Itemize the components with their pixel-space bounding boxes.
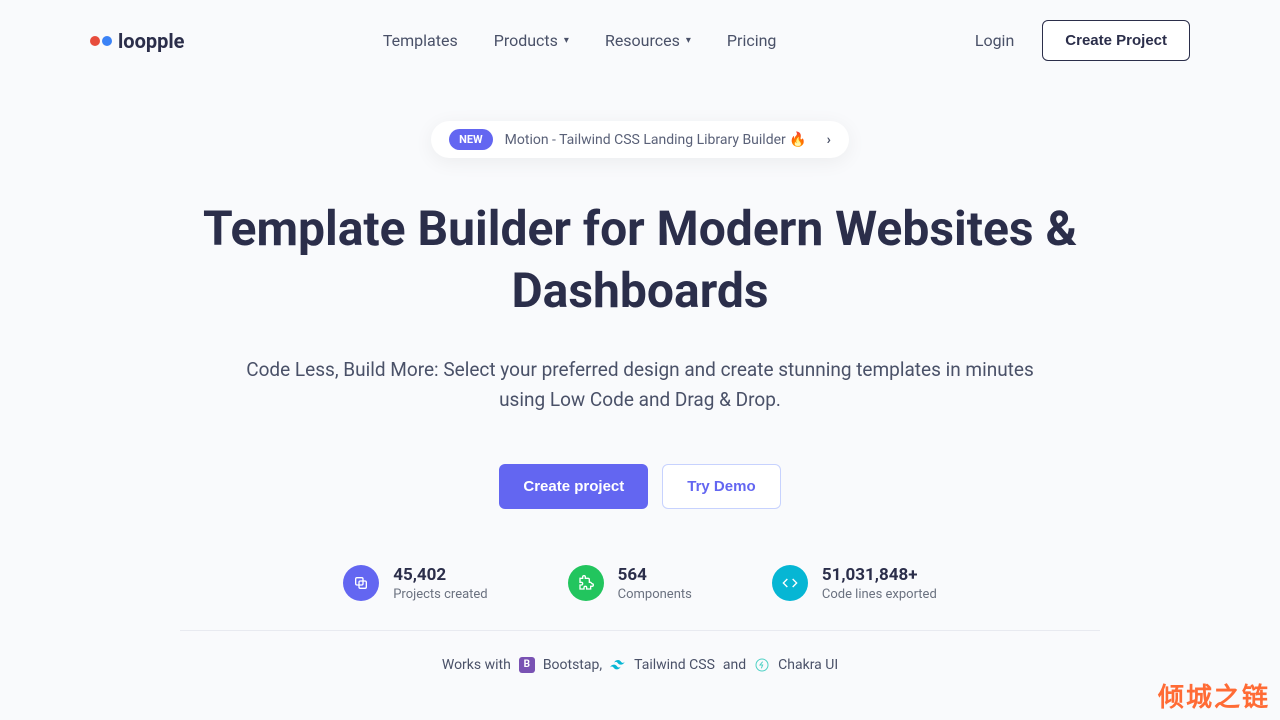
chakra-icon (754, 657, 770, 673)
logo-dots-icon (90, 36, 112, 46)
announcement-text: Motion - Tailwind CSS Landing Library Bu… (505, 132, 807, 148)
nav-templates[interactable]: Templates (383, 31, 458, 50)
bootstrap-icon: B (519, 657, 535, 673)
stats-row: 45,402 Projects created 564 Components 5… (180, 565, 1100, 631)
brand-text: loopple (118, 29, 184, 53)
works-item: Chakra UI (778, 657, 838, 673)
stat-label: Code lines exported (822, 587, 937, 602)
try-demo-button[interactable]: Try Demo (662, 464, 780, 509)
watermark: 倾城之链 (1158, 677, 1270, 714)
stat-label: Projects created (393, 587, 487, 602)
page-subtitle: Code Less, Build More: Select your prefe… (240, 355, 1040, 416)
nav-products[interactable]: Products▾ (494, 31, 569, 50)
announcement-pill[interactable]: NEW Motion - Tailwind CSS Landing Librar… (431, 121, 849, 158)
page-title: Template Builder for Modern Websites & D… (120, 198, 1160, 323)
stat-codelines: 51,031,848+ Code lines exported (772, 565, 937, 602)
works-with-row: Works with B Bootstap, Tailwind CSS and … (120, 657, 1160, 673)
chevron-right-icon: › (827, 132, 831, 148)
stat-value: 45,402 (393, 565, 487, 585)
chevron-down-icon: ▾ (686, 35, 691, 46)
main-nav: Templates Products▾ Resources▾ Pricing (383, 31, 777, 50)
stat-components: 564 Components (568, 565, 692, 602)
tailwind-icon (610, 657, 626, 673)
stat-projects: 45,402 Projects created (343, 565, 487, 602)
nav-pricing[interactable]: Pricing (727, 31, 777, 50)
copy-icon (343, 565, 379, 601)
puzzle-icon (568, 565, 604, 601)
stat-value: 564 (618, 565, 692, 585)
works-joiner: and (723, 657, 746, 673)
works-prefix: Works with (442, 657, 511, 673)
new-badge: NEW (449, 129, 493, 150)
code-icon (772, 565, 808, 601)
stat-value: 51,031,848+ (822, 565, 937, 585)
stat-label: Components (618, 587, 692, 602)
works-item: Bootstap, (543, 657, 602, 673)
create-project-button[interactable]: Create Project (1042, 20, 1190, 61)
logo[interactable]: loopple (90, 29, 184, 53)
nav-resources[interactable]: Resources▾ (605, 31, 691, 50)
chevron-down-icon: ▾ (564, 35, 569, 46)
works-item: Tailwind CSS (634, 657, 715, 673)
login-link[interactable]: Login (975, 31, 1014, 50)
create-project-cta[interactable]: Create project (499, 464, 648, 509)
